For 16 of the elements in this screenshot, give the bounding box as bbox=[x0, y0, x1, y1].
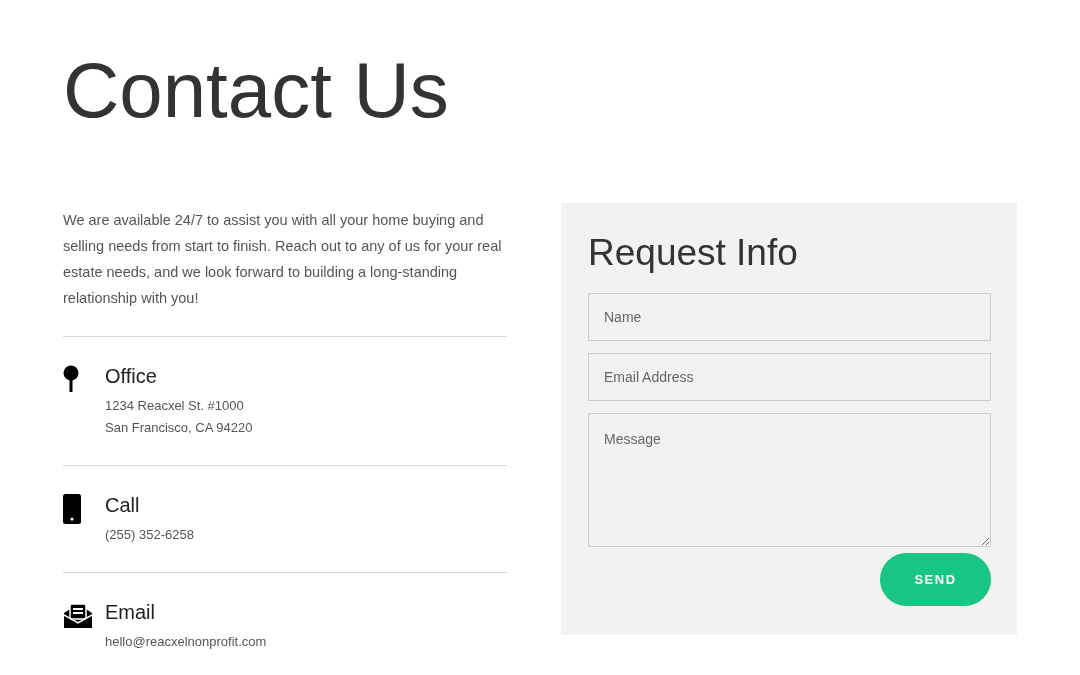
contact-detail: hello@reacxelnonprofit.com bbox=[105, 632, 267, 651]
send-button[interactable]: SEND bbox=[880, 552, 991, 606]
form-title: Request Info bbox=[588, 230, 798, 275]
input-field[interactable]: Name bbox=[588, 292, 991, 341]
page-title: Contact Us bbox=[63, 48, 449, 134]
phone-icon bbox=[63, 493, 81, 524]
contact-detail: San Francisco, CA 94220 bbox=[105, 418, 253, 437]
message-field[interactable]: Message bbox=[588, 412, 991, 547]
contact-heading: Call bbox=[105, 492, 140, 518]
contact-detail: (255) 352-6258 bbox=[105, 525, 194, 544]
input-field[interactable]: Email Address bbox=[588, 352, 991, 401]
pin-icon bbox=[63, 364, 79, 393]
contact-heading: Office bbox=[105, 363, 157, 389]
intro-paragraph: We are available 24/7 to assist you with all your home buying and selling needs from start to finish. Reach out to any of us for your real estate needs, and we look forward to building a long-standing relationship with you! bbox=[63, 205, 507, 337]
contact-detail: 1234 Reacxel St. #1000 bbox=[105, 396, 244, 415]
contact-heading: Email bbox=[105, 599, 155, 625]
